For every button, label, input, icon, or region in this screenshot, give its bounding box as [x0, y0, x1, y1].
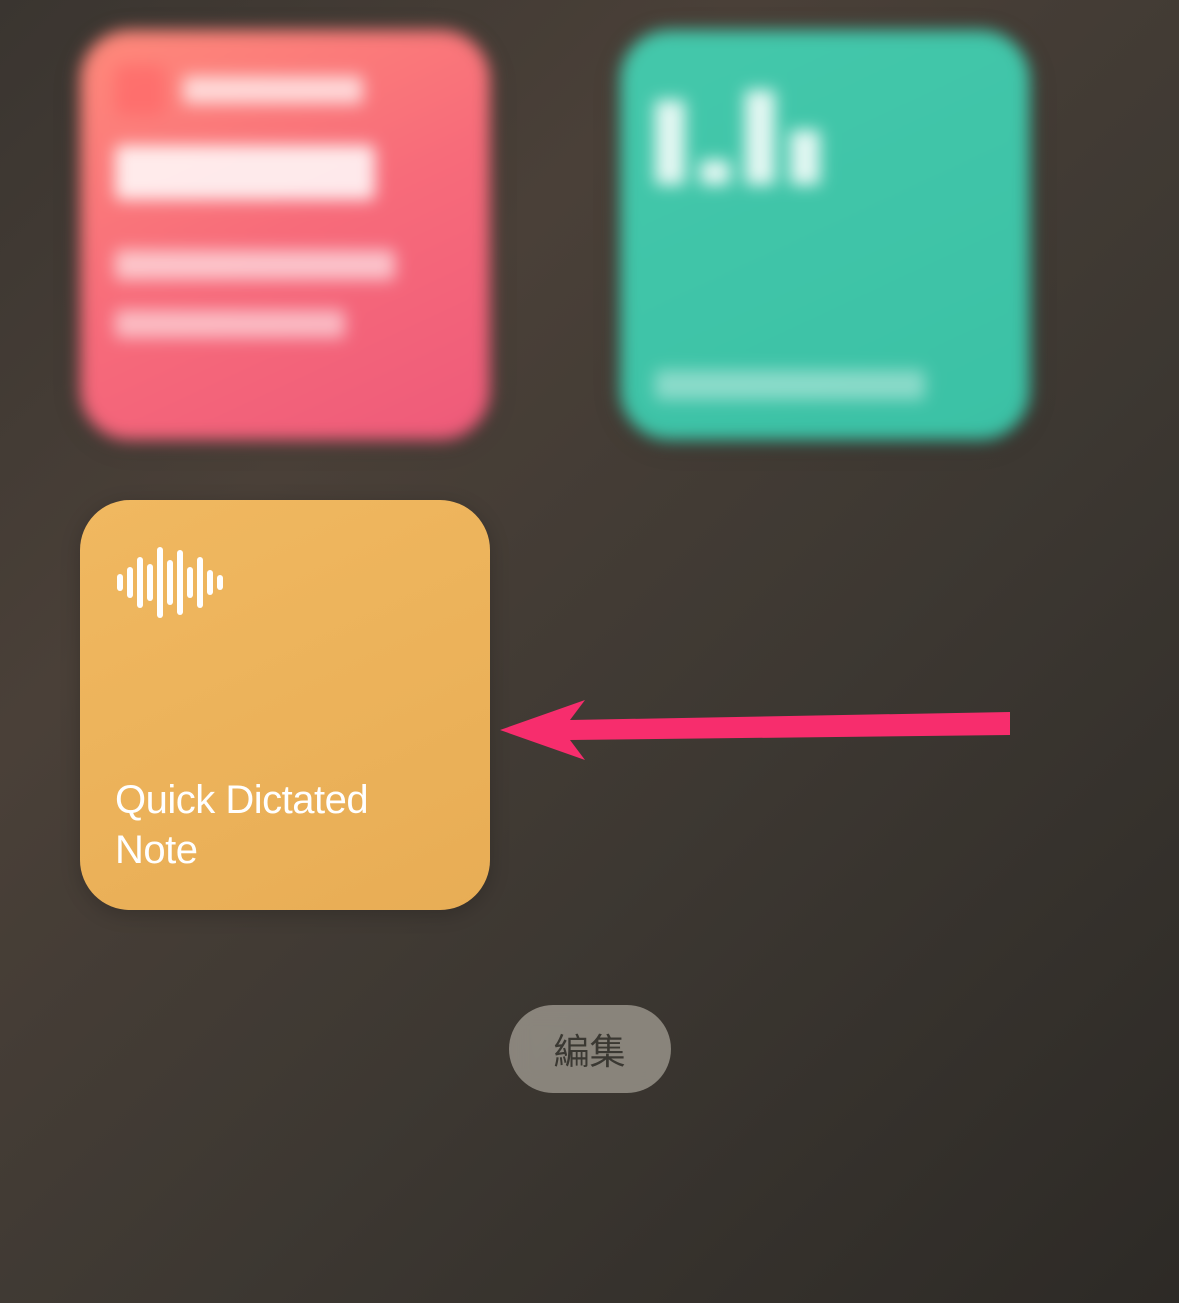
annotation-arrow-icon	[500, 700, 1020, 760]
widget-title: Quick Dictated Note	[115, 775, 455, 875]
widget-grid: Quick Dictated Note	[0, 0, 1179, 940]
widget-blurred-teal[interactable]	[620, 30, 1030, 440]
widget-blurred-pink[interactable]	[80, 30, 490, 440]
widget-quick-dictated-note[interactable]: Quick Dictated Note	[80, 500, 490, 910]
edit-button[interactable]: 編集	[508, 1005, 670, 1093]
waveform-icon	[115, 545, 455, 625]
